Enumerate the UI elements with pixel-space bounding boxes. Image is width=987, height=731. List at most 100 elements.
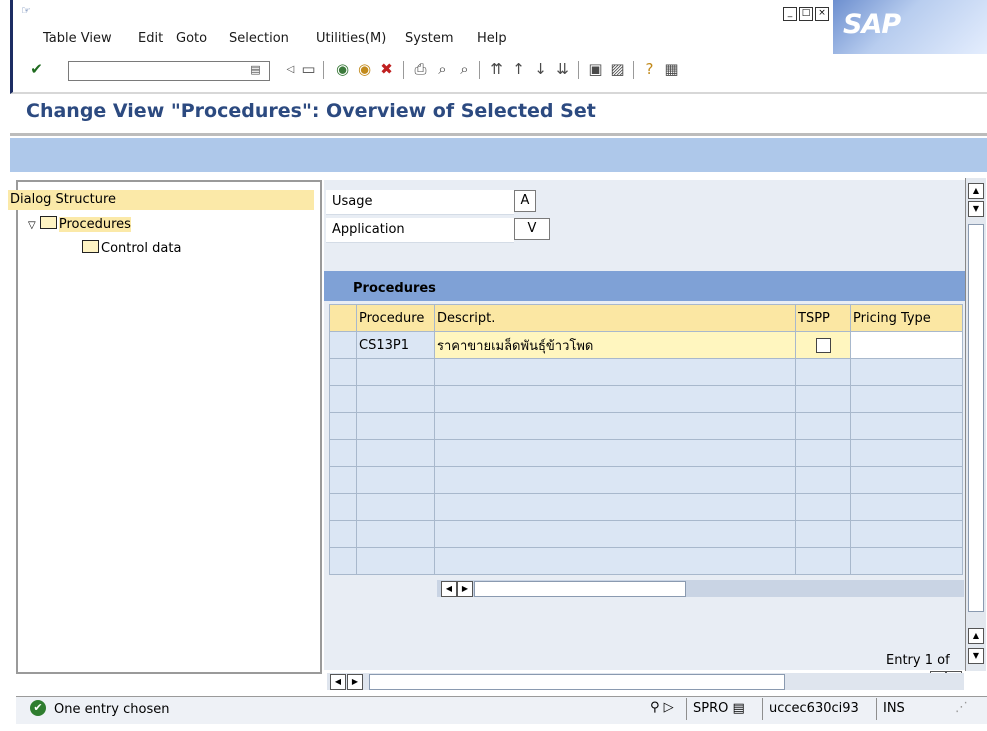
scroll-right-icon[interactable]: ▶: [347, 674, 363, 690]
status-info-icon[interactable]: ⚲ ▷: [650, 700, 674, 715]
procedure-cell[interactable]: [356, 385, 435, 413]
expand-triangle-icon[interactable]: ▽: [28, 220, 36, 231]
command-dropdown-icon[interactable]: ▤: [246, 60, 265, 79]
tspp-cell[interactable]: [795, 547, 851, 575]
pricing-type-cell[interactable]: [850, 412, 963, 440]
first-page-icon[interactable]: ⇈: [487, 60, 506, 79]
row-selector[interactable]: [329, 331, 357, 359]
procedure-cell[interactable]: [356, 547, 435, 575]
scroll-thumb[interactable]: [474, 581, 686, 597]
row-selector[interactable]: [329, 385, 357, 413]
pane-scroll-thumb[interactable]: [369, 674, 785, 690]
menu-help[interactable]: Help: [477, 31, 507, 46]
row-selector[interactable]: [329, 358, 357, 386]
column-header-tspp[interactable]: TSPP: [795, 304, 851, 332]
column-header-pricing-type[interactable]: Pricing Type: [850, 304, 963, 332]
maximize-icon[interactable]: □: [799, 7, 813, 21]
description-cell[interactable]: [434, 493, 796, 521]
tree-item-control-data[interactable]: Control data: [82, 240, 181, 258]
previous-page-icon[interactable]: ↑: [509, 60, 528, 79]
menu-utilities[interactable]: Utilities(M): [316, 31, 386, 46]
tspp-cell[interactable]: [795, 439, 851, 467]
select-all-cell[interactable]: [329, 304, 357, 332]
row-selector[interactable]: [329, 547, 357, 575]
minimize-icon[interactable]: _: [783, 7, 797, 21]
find-next-icon[interactable]: ⌕: [455, 60, 474, 79]
resize-grip-icon[interactable]: ⋰: [955, 700, 968, 715]
row-selector[interactable]: [329, 439, 357, 467]
tspp-cell[interactable]: [795, 385, 851, 413]
scroll-right-icon[interactable]: ▶: [457, 581, 473, 597]
tspp-cell[interactable]: [795, 493, 851, 521]
transaction-code[interactable]: SPRO ▤: [686, 698, 751, 720]
collapse-icon[interactable]: ◁: [281, 60, 300, 79]
save-icon[interactable]: ▭: [299, 60, 318, 79]
tspp-checkbox[interactable]: [815, 337, 831, 353]
scroll-left-icon[interactable]: ◀: [441, 581, 457, 597]
menu-table-view[interactable]: Table View: [43, 31, 112, 46]
tspp-cell[interactable]: [795, 358, 851, 386]
create-session-icon[interactable]: ▣: [586, 60, 605, 79]
usage-field[interactable]: A: [514, 190, 536, 212]
description-cell[interactable]: [434, 439, 796, 467]
last-page-icon[interactable]: ⇊: [553, 60, 572, 79]
application-field[interactable]: V: [514, 218, 550, 240]
shortcut-icon[interactable]: ▨: [608, 60, 627, 79]
row-selector[interactable]: [329, 412, 357, 440]
next-page-icon[interactable]: ↓: [531, 60, 550, 79]
layout-icon[interactable]: ▦: [662, 60, 681, 79]
input-mode[interactable]: INS: [876, 698, 911, 720]
pricing-type-cell[interactable]: [850, 331, 963, 359]
scroll-left-icon[interactable]: ◀: [330, 674, 346, 690]
pricing-type-cell[interactable]: [850, 439, 963, 467]
description-cell[interactable]: [434, 385, 796, 413]
row-selector[interactable]: [329, 493, 357, 521]
procedure-cell[interactable]: [356, 412, 435, 440]
description-cell[interactable]: [434, 547, 796, 575]
tspp-cell[interactable]: [795, 412, 851, 440]
description-cell[interactable]: [434, 520, 796, 548]
pricing-type-cell[interactable]: [850, 385, 963, 413]
row-selector[interactable]: [329, 466, 357, 494]
procedure-cell[interactable]: [356, 466, 435, 494]
column-header-procedure[interactable]: Procedure: [356, 304, 435, 332]
procedure-cell[interactable]: [356, 358, 435, 386]
cancel-icon[interactable]: ✖: [377, 60, 396, 79]
description-cell[interactable]: [434, 466, 796, 494]
menu-dropdown-icon[interactable]: ☞: [21, 4, 31, 17]
tree-item-procedures[interactable]: ▽ Procedures: [28, 216, 131, 235]
pricing-type-cell[interactable]: [850, 358, 963, 386]
row-selector[interactable]: [329, 520, 357, 548]
scroll-up-icon[interactable]: ▲: [968, 183, 984, 199]
menu-system[interactable]: System: [405, 31, 453, 46]
find-icon[interactable]: ⌕: [433, 60, 452, 79]
print-icon[interactable]: ⎙: [411, 60, 430, 79]
procedure-cell[interactable]: [356, 439, 435, 467]
description-cell[interactable]: [434, 412, 796, 440]
column-header-description[interactable]: Descript.: [434, 304, 796, 332]
back-icon[interactable]: ◉: [333, 60, 352, 79]
help-icon[interactable]: ?: [640, 60, 659, 79]
procedure-cell[interactable]: [356, 520, 435, 548]
close-icon[interactable]: ×: [815, 7, 829, 21]
description-cell[interactable]: [434, 358, 796, 386]
description-cell[interactable]: ราคาขายเมล็ดพันธุ์ข้าวโพด: [434, 331, 796, 359]
scroll-down-icon[interactable]: ▼: [968, 201, 984, 217]
exit-icon[interactable]: ◉: [355, 60, 374, 79]
command-field[interactable]: [68, 61, 270, 81]
scroll-down-icon[interactable]: ▼: [968, 648, 984, 664]
pricing-type-cell[interactable]: [850, 493, 963, 521]
procedure-cell[interactable]: [356, 493, 435, 521]
pricing-type-cell[interactable]: [850, 466, 963, 494]
scroll-up-icon[interactable]: ▲: [968, 628, 984, 644]
menu-selection[interactable]: Selection: [229, 31, 289, 46]
procedure-cell[interactable]: CS13P1: [356, 331, 435, 359]
session-info-icon[interactable]: ▤: [733, 701, 745, 716]
tspp-cell[interactable]: [795, 520, 851, 548]
menu-edit[interactable]: Edit: [138, 31, 163, 46]
pricing-type-cell[interactable]: [850, 547, 963, 575]
enter-icon[interactable]: ✔: [27, 60, 46, 79]
menu-goto[interactable]: Goto: [176, 31, 207, 46]
pricing-type-cell[interactable]: [850, 520, 963, 548]
vertical-scroll-thumb[interactable]: [968, 224, 984, 612]
